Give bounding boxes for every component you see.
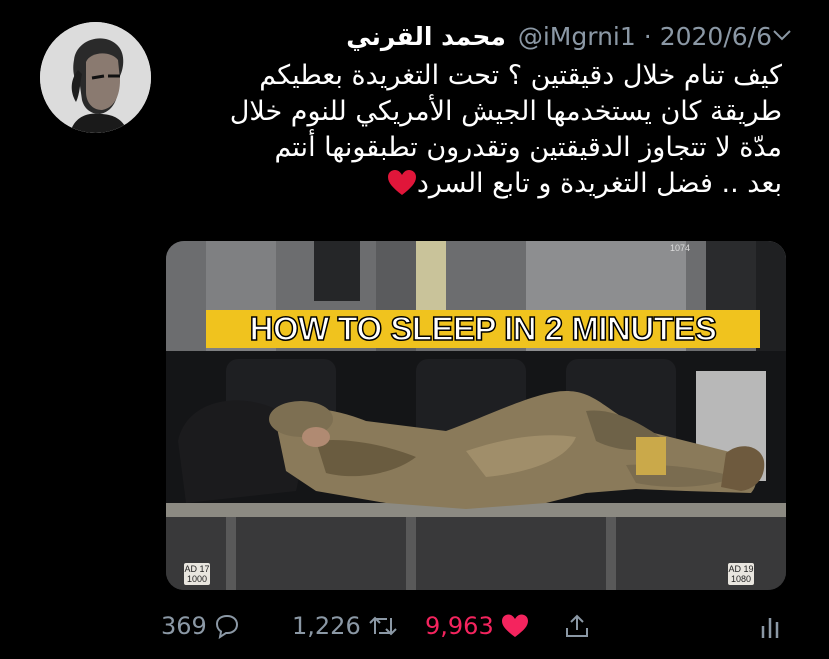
tweet-text-line: طريقة كان يستخدمها الجيش الأمريكي للنوم … — [229, 96, 782, 127]
tweet-header: محمد القرني @iMgrni1 · 2020/6/6 — [162, 16, 772, 56]
heart-filled-icon — [501, 614, 528, 637]
tweet-text-line: بعد .. فضل التغريدة و تابع السرد — [416, 168, 782, 199]
tweet-media-image[interactable]: HOW TO SLEEP IN 2 MINUTES 1074 AD 17 100… — [166, 241, 786, 590]
retweet-icon — [369, 616, 397, 636]
media-caption-text: HOW TO SLEEP IN 2 MINUTES — [249, 309, 718, 348]
author-name[interactable]: محمد القرني — [346, 22, 506, 51]
author-avatar[interactable] — [40, 22, 151, 133]
sleeping-soldier-photo — [166, 241, 786, 590]
tweet-text-line-last: بعد .. فضل التغريدة و تابع السرد — [168, 166, 782, 202]
tweet-text: كيف تنام خلال دقيقتين ؟ تحت التغريدة بعط… — [168, 58, 782, 202]
chevron-down-icon[interactable] — [771, 24, 793, 46]
tweet-action-bar: 369 1,226 9,963 — [0, 606, 829, 646]
analytics-button[interactable] — [758, 606, 782, 646]
tweet-text-line: مدّة لا تتجاوز الدقيقتين وتقدرون تطبقونه… — [274, 132, 782, 163]
panel-number-label: 1074 — [670, 243, 691, 253]
share-upload-icon — [566, 614, 588, 637]
seat-tag-left: AD 17 1000 — [184, 563, 210, 585]
reply-count: 369 — [161, 612, 207, 640]
bar-chart-analytics-icon — [761, 618, 779, 638]
reply-bubble-icon — [215, 614, 238, 640]
retweet-button[interactable]: 1,226 — [292, 606, 399, 646]
like-button[interactable]: 9,963 — [425, 606, 530, 646]
seat-tag-left-line2: 1000 — [186, 574, 208, 584]
seat-tag-left-line1: AD 17 — [184, 564, 210, 574]
author-handle[interactable]: @iMgrni1 — [518, 22, 636, 51]
seat-tag-right-line1: AD 19 — [728, 564, 754, 574]
header-separator: · — [643, 21, 652, 51]
red-heart-emoji-icon — [387, 170, 416, 195]
tweet-text-line: كيف تنام خلال دقيقتين ؟ تحت التغريدة بعط… — [259, 60, 782, 91]
avatar-portrait-image — [40, 22, 151, 133]
like-count: 9,963 — [425, 612, 494, 640]
reply-button[interactable]: 369 — [161, 606, 241, 646]
retweet-count: 1,226 — [292, 612, 361, 640]
seat-tag-right: AD 19 1080 — [728, 563, 754, 585]
tweet-date[interactable]: 2020/6/6 — [660, 22, 772, 51]
share-button[interactable] — [563, 606, 591, 646]
media-caption-banner: HOW TO SLEEP IN 2 MINUTES — [206, 309, 760, 348]
seat-tag-right-line2: 1080 — [730, 574, 752, 584]
